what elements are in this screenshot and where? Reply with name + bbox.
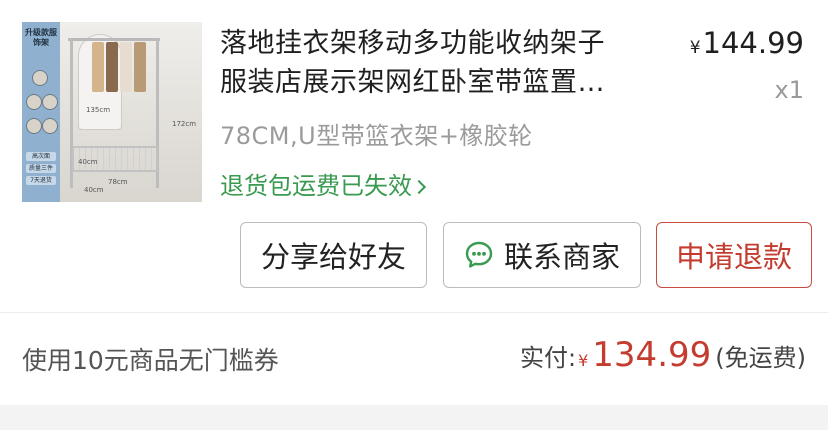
contact-seller-button[interactable]: 联系商家 xyxy=(443,222,641,288)
footer-spacer xyxy=(0,405,828,430)
thumbnail-dimension: 135cm xyxy=(86,106,111,114)
thumbnail-side-panel: 升级款服饰架 高次面 质量三件 7天退货 xyxy=(22,22,60,202)
share-button-label: 分享给好友 xyxy=(260,240,406,274)
paid-label: 实付: xyxy=(520,344,577,372)
thumbnail-dimension: 40cm xyxy=(78,158,98,166)
thumbnail-side-tag: 升级款服饰架 xyxy=(25,28,57,47)
unit-price: ¥144.99 xyxy=(690,26,804,60)
thumbnail-dimension: 40cm xyxy=(84,186,104,194)
product-thumbnail[interactable]: 升级款服饰架 高次面 质量三件 7天退货 135cm 172cm 40cm 78… xyxy=(22,22,202,202)
chevron-right-icon xyxy=(411,179,427,195)
thumbnail-garment xyxy=(92,42,104,92)
thumbnail-rack-rail xyxy=(68,38,160,41)
thumbnail-feature-tag: 7天退货 xyxy=(26,176,56,185)
caster-wheel-image xyxy=(42,94,58,110)
currency-symbol: ¥ xyxy=(689,38,701,58)
order-item-card: 升级款服饰架 高次面 质量三件 7天退货 135cm 172cm 40cm 78… xyxy=(0,0,828,312)
payment-summary: 使用10元商品无门槛券 实付: ¥ 134.99 (免运费) xyxy=(0,313,828,405)
thumbnail-dimension: 172cm xyxy=(172,120,197,128)
product-title[interactable]: 落地挂衣架移动多功能收纳架子 服装店展示架网红卧室带篮置… xyxy=(220,24,660,102)
currency-symbol: ¥ xyxy=(578,351,589,370)
share-button[interactable]: 分享给好友 xyxy=(240,222,427,288)
caster-wheel-image xyxy=(42,118,58,134)
caster-wheel-image xyxy=(26,94,42,110)
request-refund-button[interactable]: 申请退款 xyxy=(656,222,812,288)
caster-wheel-image xyxy=(26,118,42,134)
product-title-line: 服装店展示架网红卧室带篮置… xyxy=(220,67,605,98)
thumbnail-garment xyxy=(134,42,146,92)
shipping-note: (免运费) xyxy=(715,344,806,372)
item-quantity: x1 xyxy=(774,76,804,104)
thumbnail-garment xyxy=(106,42,118,92)
thumbnail-dimension: 78cm xyxy=(108,178,128,186)
return-notice-text: 退货包运费已失效 xyxy=(220,172,412,200)
thumbnail-garment xyxy=(120,42,132,92)
caster-wheel-image xyxy=(32,70,48,86)
paid-total: 实付: ¥ 134.99 (免运费) xyxy=(520,335,806,375)
coupon-used-text: 使用10元商品无门槛券 xyxy=(22,346,279,375)
contact-button-label: 联系商家 xyxy=(503,240,620,274)
product-spec: 78CM,U型带篮衣架+橡胶轮 xyxy=(220,122,533,150)
return-shipping-notice[interactable]: 退货包运费已失效 xyxy=(220,166,427,201)
paid-amount: 134.99 xyxy=(592,335,712,375)
refund-button-label: 申请退款 xyxy=(675,240,792,274)
chat-bubble-icon xyxy=(464,240,494,270)
price-value: 144.99 xyxy=(702,26,804,60)
product-title-line: 落地挂衣架移动多功能收纳架子 xyxy=(220,28,605,59)
thumbnail-feature-tag: 质量三件 xyxy=(26,164,56,173)
thumbnail-feature-tag: 高次面 xyxy=(26,152,56,161)
